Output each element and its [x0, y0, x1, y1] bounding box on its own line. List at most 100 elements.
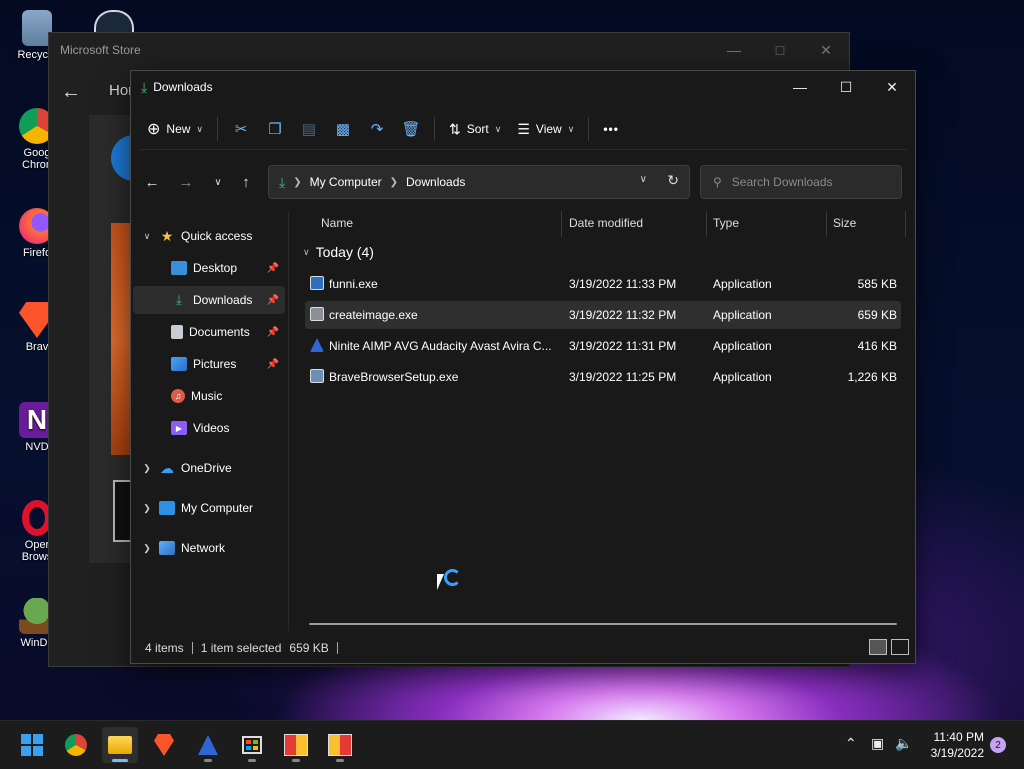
sort-label: Sort: [466, 122, 489, 136]
sidebar-item-my-computer[interactable]: ❯ My Computer: [133, 494, 285, 522]
file-size: 585 KB: [857, 277, 897, 291]
close-icon[interactable]: ✕: [803, 33, 849, 67]
sidebar-item-pictures[interactable]: Pictures 📌: [133, 350, 285, 378]
pin-icon[interactable]: 📌: [267, 327, 279, 338]
taskbar-app-2[interactable]: [322, 727, 358, 763]
toolbar-divider: [588, 117, 590, 141]
chevron-right-icon[interactable]: ❯: [141, 463, 153, 474]
file-name: Ninite AIMP AVG Audacity Avast Avira C..…: [329, 339, 552, 353]
new-button[interactable]: ⊕ New ∨: [139, 113, 211, 145]
group-header-today[interactable]: ∨ Today (4): [303, 244, 374, 260]
back-button[interactable]: ←: [139, 171, 165, 193]
minimize-icon[interactable]: —: [711, 33, 757, 67]
back-arrow-icon[interactable]: ←: [61, 81, 81, 104]
group-label: Today (4): [315, 244, 374, 260]
paste-icon[interactable]: ▤: [295, 113, 323, 145]
table-row[interactable]: funni.exe 3/19/2022 11:33 PM Application…: [305, 270, 901, 298]
delete-icon[interactable]: 🗑: [397, 113, 425, 145]
pin-icon[interactable]: 📌: [267, 359, 279, 370]
details-view-icon[interactable]: [869, 639, 887, 655]
music-icon: ♫: [171, 389, 185, 403]
star-icon: ★: [160, 227, 174, 244]
ninite-icon: [310, 338, 324, 352]
start-button[interactable]: [14, 727, 50, 763]
maximize-icon[interactable]: □: [757, 33, 803, 67]
more-options-button[interactable]: •••: [595, 113, 627, 145]
view-button[interactable]: ☰ View ∨: [509, 113, 582, 145]
column-date-modified[interactable]: Date modified: [569, 216, 643, 230]
forward-button[interactable]: →: [173, 171, 199, 193]
sidebar-item-onedrive[interactable]: ❯ ☁ OneDrive: [133, 454, 285, 482]
column-type[interactable]: Type: [713, 216, 739, 230]
taskbar-chrome[interactable]: [58, 727, 94, 763]
copy-icon[interactable]: ❐: [261, 113, 289, 145]
file-explorer-window[interactable]: ⤓ Downloads — ☐ ✕ ⊕ New ∨ ✂ ❐ ▤ ▩ ↷ 🗑 ⇅ …: [130, 70, 916, 664]
download-icon: ⤓: [279, 173, 286, 190]
breadcrumb-downloads[interactable]: Downloads: [406, 175, 465, 189]
network-tray-icon[interactable]: ▣: [871, 735, 884, 752]
chevron-down-icon[interactable]: ∨: [141, 231, 153, 242]
pin-icon[interactable]: 📌: [267, 295, 279, 306]
toolbar-divider: [434, 117, 436, 141]
chevron-down-icon[interactable]: ∨: [303, 247, 310, 258]
tiles-view-icon[interactable]: [891, 639, 909, 655]
column-name[interactable]: Name: [321, 216, 353, 230]
refresh-icon[interactable]: ↻: [667, 172, 679, 189]
table-row[interactable]: createimage.exe 3/19/2022 11:32 PM Appli…: [305, 301, 901, 329]
sidebar-item-downloads[interactable]: ⤓ Downloads 📌: [133, 286, 285, 314]
file-list: Name Date modified Type Size ∨ Today (4)…: [301, 211, 907, 631]
pin-icon[interactable]: 📌: [267, 263, 279, 274]
address-bar[interactable]: ⤓ ❯ My Computer ❯ Downloads ∨ ↻: [268, 165, 690, 199]
chevron-right-icon[interactable]: ❯: [141, 503, 153, 514]
share-icon[interactable]: ↷: [363, 113, 391, 145]
sidebar-item-desktop[interactable]: Desktop 📌: [133, 254, 285, 282]
sidebar-item-quick-access[interactable]: ∨ ★ Quick access: [133, 222, 285, 250]
busy-cursor-icon: [444, 569, 461, 586]
document-icon: [171, 325, 183, 339]
file-type: Application: [713, 277, 772, 291]
taskbar-ninite[interactable]: [190, 727, 226, 763]
sidebar-label: Quick access: [181, 229, 253, 243]
taskbar-microsoft-store[interactable]: [234, 727, 270, 763]
column-size[interactable]: Size: [833, 216, 856, 230]
pane-splitter[interactable]: [288, 211, 289, 631]
file-date: 3/19/2022 11:25 PM: [569, 370, 677, 384]
taskbar-app-1[interactable]: [278, 727, 314, 763]
sort-button[interactable]: ⇅ Sort ∨: [441, 113, 509, 145]
taskbar-file-explorer[interactable]: [102, 727, 138, 763]
rename-icon[interactable]: ▩: [329, 113, 357, 145]
chevron-right-icon[interactable]: ❯: [141, 543, 153, 554]
maximize-button[interactable]: ☐: [823, 71, 869, 103]
volume-icon[interactable]: 🔈: [895, 735, 912, 752]
close-button[interactable]: ✕: [869, 71, 915, 103]
taskbar: ⌃ ▣ 🔈 11:40 PM 3/19/2022 2: [0, 720, 1024, 769]
horizontal-scrollbar[interactable]: [309, 623, 897, 625]
sidebar-item-documents[interactable]: Documents 📌: [133, 318, 285, 346]
file-date: 3/19/2022 11:33 PM: [569, 277, 677, 291]
show-hidden-icons-chevron-icon[interactable]: ⌃: [845, 735, 857, 752]
chevron-down-icon: ∨: [494, 123, 502, 134]
up-button[interactable]: ↑: [233, 171, 259, 193]
download-icon: ⤓: [141, 78, 148, 95]
sidebar-item-music[interactable]: ♫ Music: [133, 382, 285, 410]
chevron-down-icon[interactable]: ∨: [640, 174, 647, 185]
search-box[interactable]: ⚲ Search Downloads: [700, 165, 902, 199]
recent-locations-button[interactable]: ∨: [205, 171, 231, 193]
windows-app-icon: [284, 734, 308, 756]
selection-count: 1 item selected: [200, 641, 282, 655]
table-row[interactable]: Ninite AIMP AVG Audacity Avast Avira C..…: [305, 332, 901, 360]
table-row[interactable]: BraveBrowserSetup.exe 3/19/2022 11:25 PM…: [305, 363, 901, 391]
notification-badge[interactable]: 2: [990, 737, 1006, 753]
sidebar-item-network[interactable]: ❯ Network: [133, 534, 285, 562]
steam-icon[interactable]: [94, 10, 134, 34]
clock-time: 11:40 PM: [933, 730, 984, 744]
minimize-button[interactable]: —: [777, 71, 823, 103]
breadcrumb-my-computer[interactable]: My Computer: [310, 175, 382, 189]
network-icon: [159, 541, 175, 555]
taskbar-brave[interactable]: [146, 727, 182, 763]
sort-icon: ⇅: [449, 120, 461, 137]
clock[interactable]: 11:40 PM 3/19/2022: [931, 729, 984, 761]
cut-icon[interactable]: ✂: [227, 113, 255, 145]
sidebar-item-videos[interactable]: ▶ Videos: [133, 414, 285, 442]
plus-circle-icon: ⊕: [147, 121, 161, 138]
